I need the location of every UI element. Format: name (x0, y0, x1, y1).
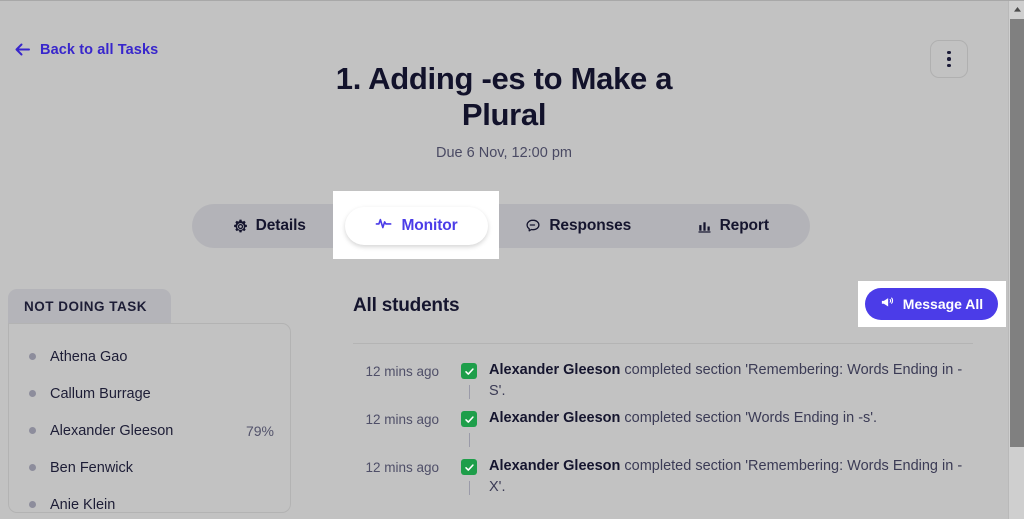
activity-marker (453, 453, 485, 495)
arrow-left-icon (14, 41, 31, 58)
task-header: 1. Adding -es to Make a Plural Due 6 Nov… (0, 61, 1008, 161)
student-name: Callum Burrage (50, 385, 151, 402)
activity-feed: 12 mins ago Alexander Gleeson completed … (353, 357, 973, 501)
sidebar-tab-not-doing-task[interactable]: NOT DOING TASK (8, 289, 171, 323)
megaphone-icon (880, 295, 895, 313)
activity-timestamp: 12 mins ago (365, 460, 439, 475)
speech-bubble-icon (525, 218, 541, 234)
activity-item: 12 mins ago Alexander Gleeson completed … (353, 405, 973, 453)
message-all-label: Message All (902, 296, 984, 312)
list-item[interactable]: Athena Gao (29, 338, 274, 375)
gear-icon (233, 219, 248, 234)
tab-details-label: Details (255, 217, 306, 234)
student-name: Alexander Gleeson (50, 422, 174, 439)
tab-report-label: Report (719, 217, 769, 234)
activity-marker (453, 405, 485, 447)
student-progress: 79% (245, 422, 274, 439)
activity-text: Alexander Gleeson completed section 'Wor… (485, 405, 973, 429)
page-canvas: Back to all Tasks 1. Adding -es to Make … (0, 1, 1008, 519)
scroll-up-arrow-icon[interactable] (1009, 1, 1024, 18)
due-date: Due 6 Nov, 12:00 pm (436, 144, 572, 161)
tab-responses[interactable]: Responses (501, 208, 656, 244)
status-dot-icon (29, 501, 36, 508)
student-name: Ben Fenwick (50, 459, 134, 476)
kebab-dot (947, 50, 951, 55)
tab-report[interactable]: Report (656, 208, 811, 244)
timeline-connector (468, 481, 470, 495)
activity-text: Alexander Gleeson completed section 'Rem… (485, 453, 973, 497)
activity-timestamp: 12 mins ago (365, 364, 439, 379)
status-dot-icon (29, 353, 36, 360)
student-list: Athena Gao Callum Burrage Alexander Glee… (8, 323, 291, 513)
not-doing-task-panel: NOT DOING TASK Athena Gao Callum Burrage… (8, 289, 291, 513)
page-title: 1. Adding -es to Make a Plural (335, 61, 673, 133)
tab-monitor[interactable]: Monitor (345, 207, 488, 245)
activity-actor: Alexander Gleeson (489, 362, 621, 378)
activity-item: 12 mins ago Alexander Gleeson completed … (353, 453, 973, 501)
status-dot-icon (29, 464, 36, 471)
activity-actor: Alexander Gleeson (489, 458, 621, 474)
check-square-icon (461, 363, 477, 379)
timeline-connector (468, 433, 470, 447)
check-square-icon (461, 411, 477, 427)
activity-marker (453, 357, 485, 399)
list-item[interactable]: Callum Burrage (29, 375, 274, 412)
check-square-icon (461, 459, 477, 475)
tab-bar: Details Monitor Responses (192, 204, 810, 248)
timeline-connector (468, 385, 470, 399)
activity-timestamp: 12 mins ago (365, 412, 439, 427)
list-item[interactable]: Ben Fenwick (29, 449, 274, 486)
activity-item: 12 mins ago Alexander Gleeson completed … (353, 357, 973, 405)
message-all-button[interactable]: Message All (865, 288, 998, 320)
tab-details[interactable]: Details (192, 208, 347, 244)
back-to-all-tasks-link[interactable]: Back to all Tasks (14, 41, 158, 58)
status-dot-icon (29, 427, 36, 434)
section-title: All students (353, 295, 460, 316)
bar-chart-icon (697, 219, 712, 234)
tab-monitor-label: Monitor (401, 217, 458, 234)
activity-text: Alexander Gleeson completed section 'Rem… (485, 357, 973, 401)
sidebar-tab-label: NOT DOING TASK (24, 298, 147, 314)
student-name: Athena Gao (50, 348, 128, 365)
activity-description: completed section 'Words Ending in -s'. (620, 410, 878, 426)
vertical-scrollbar[interactable] (1008, 1, 1024, 519)
status-dot-icon (29, 390, 36, 397)
student-name: Anie Klein (50, 496, 116, 513)
back-link-label: Back to all Tasks (40, 41, 159, 58)
list-item[interactable]: Anie Klein (29, 486, 274, 513)
activity-icon (375, 215, 392, 237)
tab-responses-label: Responses (549, 217, 632, 234)
activity-actor: Alexander Gleeson (489, 410, 621, 426)
scrollbar-thumb[interactable] (1010, 19, 1024, 447)
list-item[interactable]: Alexander Gleeson 79% (29, 412, 274, 449)
section-divider (353, 343, 973, 344)
